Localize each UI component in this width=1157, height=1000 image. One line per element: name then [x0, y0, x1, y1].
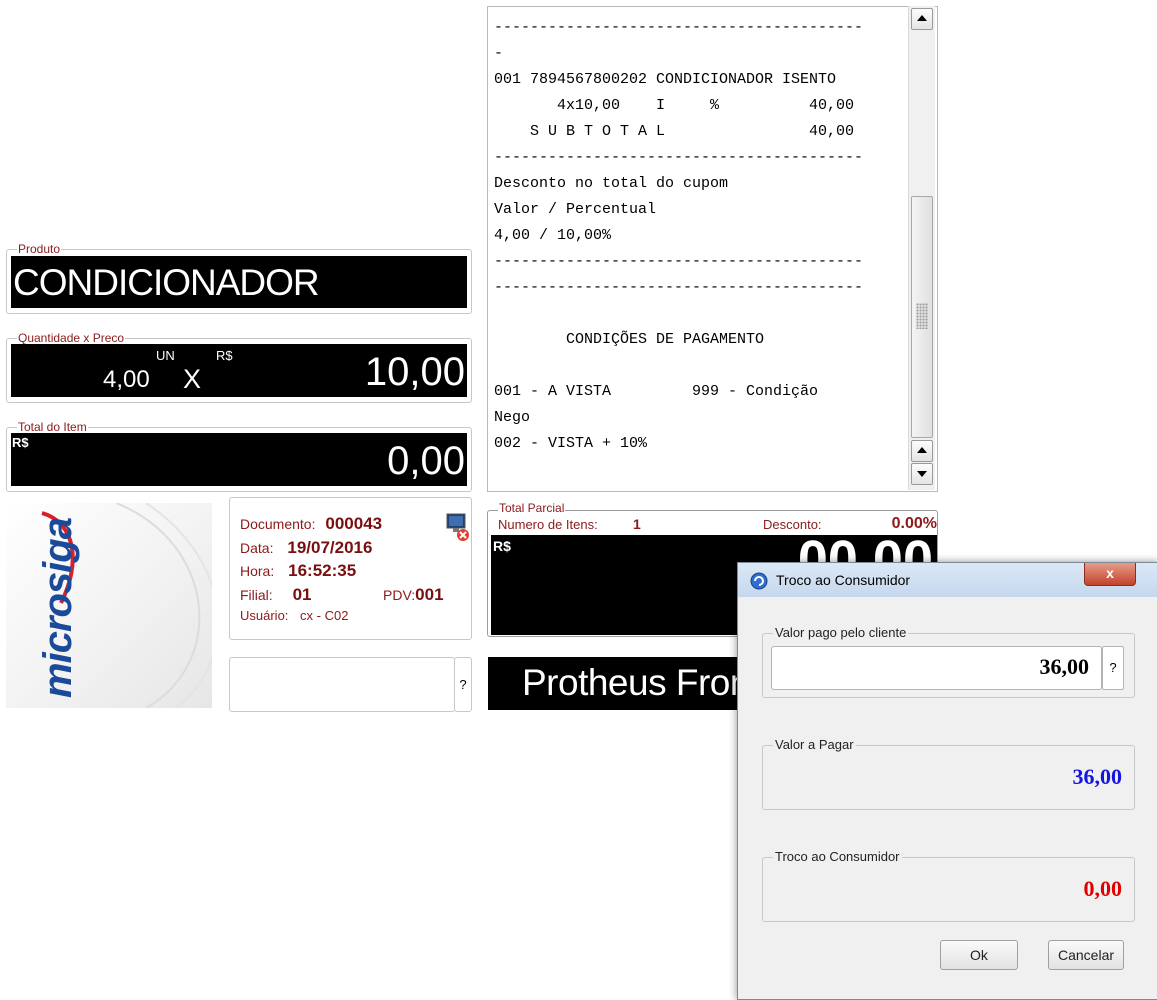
- troco-group: Troco ao Consumidor 0,00: [762, 850, 1135, 922]
- pdv-label: PDV:: [383, 587, 416, 603]
- valor-pagar-value: 36,00: [1072, 764, 1123, 789]
- valor-pago-input[interactable]: 36,00: [771, 646, 1102, 690]
- documento-row: Documento: 000043: [240, 514, 382, 534]
- itens-label: Numero de Itens:: [498, 517, 598, 532]
- close-icon: x: [1106, 565, 1114, 581]
- filial-value: 01: [292, 585, 312, 604]
- scroll-thumb[interactable]: [911, 196, 933, 438]
- itens-value: 1: [633, 516, 641, 532]
- documento-value: 000043: [325, 514, 383, 533]
- ok-button[interactable]: Ok: [940, 940, 1018, 970]
- grip-icon: [916, 303, 928, 329]
- receipt-line: ----------------------------------------…: [494, 253, 864, 270]
- hora-value: 16:52:35: [288, 561, 357, 580]
- quantidade-legend: Quantidade x Preco: [17, 331, 126, 345]
- total-item-display: R$ 0,00: [11, 433, 467, 486]
- valor-pago-value: 36,00: [1039, 654, 1090, 679]
- usuario-label: Usuário:: [240, 608, 289, 623]
- receipt-scrollbar[interactable]: [908, 6, 935, 490]
- scroll-up-button-lower[interactable]: [911, 440, 933, 462]
- valor-pagar-label: Valor a Pagar: [773, 737, 856, 752]
- produto-group: Produto CONDICIONADOR: [6, 243, 472, 314]
- quantidade-currency: R$: [216, 348, 233, 363]
- quantidade-qty: 4,00: [103, 366, 150, 393]
- receipt-line: 001 7894567800202 CONDICIONADOR ISENTO: [494, 71, 837, 88]
- receipt-panel[interactable]: ----------------------------------------…: [487, 6, 938, 492]
- troco-value: 0,00: [1083, 876, 1123, 901]
- banner-text: Protheus Front: [522, 662, 760, 703]
- receipt-text: ----------------------------------------…: [494, 15, 904, 457]
- data-row: Data: 19/07/2016: [240, 538, 372, 558]
- quantidade-display: 4,00 UN X R$ 10,00: [11, 344, 467, 397]
- quantidade-x: X: [183, 364, 202, 394]
- desconto-label: Desconto:: [763, 517, 822, 532]
- total-parcial-legend: Total Parcial: [498, 501, 566, 515]
- app-icon: [750, 572, 768, 590]
- documento-label: Documento:: [240, 516, 316, 532]
- close-button[interactable]: x: [1084, 563, 1136, 586]
- filial-label: Filial:: [240, 587, 273, 603]
- hora-row: Hora: 16:52:35: [240, 561, 356, 581]
- pdv-value: 001: [415, 585, 444, 604]
- troco-dialog: Troco ao Consumidor x Valor pago pelo cl…: [737, 562, 1157, 1000]
- valor-pago-label: Valor pago pelo cliente: [773, 625, 909, 640]
- receipt-line: Valor / Percentual: [494, 201, 657, 218]
- produto-value: CONDICIONADOR: [13, 262, 320, 303]
- logo-text: microsiga: [36, 518, 80, 698]
- dialog-titlebar[interactable]: Troco ao Consumidor x: [738, 563, 1157, 597]
- usuario-value: cx - C02: [300, 608, 349, 623]
- receipt-line: 001 - A VISTA 999 - Condição: [494, 383, 819, 400]
- receipt-line: 4,00 / 10,00%: [494, 227, 612, 244]
- total-item-value: 0,00: [387, 439, 465, 483]
- total-parcial-currency: R$: [493, 538, 511, 554]
- quantidade-group: Quantidade x Preco 4,00 UN X R$ 10,00: [6, 332, 472, 403]
- valor-pagar-group: Valor a Pagar 36,00: [762, 738, 1135, 810]
- cancel-button[interactable]: Cancelar: [1048, 940, 1124, 970]
- quantidade-price: 10,00: [364, 350, 465, 394]
- produto-display: CONDICIONADOR: [11, 256, 467, 308]
- valor-pago-help-button[interactable]: ?: [1102, 646, 1124, 690]
- receipt-line: Desconto no total do cupom: [494, 175, 729, 192]
- receipt-line: 002 - VISTA + 10%: [494, 435, 648, 452]
- total-item-group: Total do Item R$ 0,00: [6, 421, 472, 492]
- total-item-currency: R$: [12, 435, 29, 450]
- receipt-line: ----------------------------------------…: [494, 279, 864, 296]
- receipt-line: CONDIÇÕES DE PAGAMENTO: [494, 331, 765, 348]
- receipt-line: -: [494, 45, 504, 62]
- receipt-line: S U B T O T A L 40,00: [494, 123, 855, 140]
- data-label: Data:: [240, 540, 274, 556]
- troco-label: Troco ao Consumidor: [773, 849, 902, 864]
- receipt-line: Nego: [494, 409, 531, 426]
- microsiga-logo: microsiga: [6, 503, 212, 708]
- quantidade-unit: UN: [156, 348, 175, 363]
- scroll-up-button[interactable]: [911, 8, 933, 30]
- arrow-down-icon: [917, 471, 927, 477]
- code-input[interactable]: [229, 657, 455, 712]
- dialog-title: Troco ao Consumidor: [776, 572, 911, 588]
- arrow-up-icon: [917, 447, 927, 453]
- total-item-legend: Total do Item: [17, 420, 88, 434]
- receipt-line: ----------------------------------------…: [494, 19, 864, 36]
- arrow-up-icon: [917, 15, 927, 21]
- hora-label: Hora:: [240, 563, 275, 579]
- receipt-line: ----------------------------------------…: [494, 149, 864, 166]
- valor-pago-group: Valor pago pelo cliente 36,00 ?: [762, 626, 1135, 698]
- pdv-row: PDV:001: [383, 585, 444, 605]
- desconto-value: 0.00%: [891, 515, 937, 532]
- receipt-line: 4x10,00 I % 40,00: [494, 97, 855, 114]
- produto-legend: Produto: [17, 242, 62, 256]
- help-button[interactable]: ?: [454, 657, 472, 712]
- scroll-down-button[interactable]: [911, 463, 933, 485]
- receipt-line: [494, 301, 904, 327]
- data-value: 19/07/2016: [287, 538, 373, 557]
- filial-row: Filial: 01: [240, 585, 311, 605]
- offline-monitor-icon[interactable]: [445, 512, 471, 542]
- receipt-line: [494, 353, 904, 379]
- usuario-row: Usuário: cx - C02: [240, 608, 348, 623]
- dialog-body: Valor pago pelo cliente 36,00 ? Valor a …: [738, 597, 1157, 999]
- info-panel: Documento: 000043 Data: 19/07/2016 Hora:…: [229, 497, 472, 640]
